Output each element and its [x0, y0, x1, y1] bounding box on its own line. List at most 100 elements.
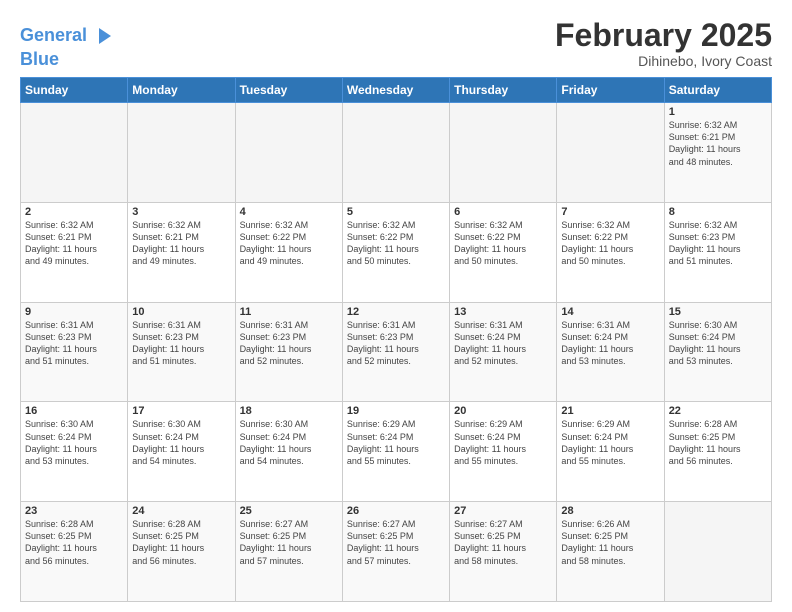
calendar-table: Sunday Monday Tuesday Wednesday Thursday… [20, 77, 772, 602]
day-number: 28 [561, 505, 659, 517]
day-cell [664, 502, 771, 602]
day-info: Sunrise: 6:32 AM Sunset: 6:22 PM Dayligh… [347, 219, 445, 268]
day-info: Sunrise: 6:32 AM Sunset: 6:22 PM Dayligh… [240, 219, 338, 268]
logo-icon [89, 22, 117, 50]
day-cell [557, 103, 664, 203]
day-info: Sunrise: 6:27 AM Sunset: 6:25 PM Dayligh… [454, 518, 552, 567]
day-info: Sunrise: 6:30 AM Sunset: 6:24 PM Dayligh… [132, 418, 230, 467]
day-number: 4 [240, 206, 338, 218]
day-cell: 28Sunrise: 6:26 AM Sunset: 6:25 PM Dayli… [557, 502, 664, 602]
day-info: Sunrise: 6:31 AM Sunset: 6:23 PM Dayligh… [132, 319, 230, 368]
day-cell: 14Sunrise: 6:31 AM Sunset: 6:24 PM Dayli… [557, 302, 664, 402]
day-info: Sunrise: 6:28 AM Sunset: 6:25 PM Dayligh… [669, 418, 767, 467]
day-number: 11 [240, 306, 338, 318]
header-thursday: Thursday [450, 78, 557, 103]
day-cell [128, 103, 235, 203]
day-cell: 21Sunrise: 6:29 AM Sunset: 6:24 PM Dayli… [557, 402, 664, 502]
title-block: February 2025 Dihinebo, Ivory Coast [555, 18, 772, 69]
calendar-body: 1Sunrise: 6:32 AM Sunset: 6:21 PM Daylig… [21, 103, 772, 602]
day-info: Sunrise: 6:32 AM Sunset: 6:21 PM Dayligh… [25, 219, 123, 268]
week-row-1: 2Sunrise: 6:32 AM Sunset: 6:21 PM Daylig… [21, 202, 772, 302]
day-cell: 13Sunrise: 6:31 AM Sunset: 6:24 PM Dayli… [450, 302, 557, 402]
day-number: 27 [454, 505, 552, 517]
day-cell: 24Sunrise: 6:28 AM Sunset: 6:25 PM Dayli… [128, 502, 235, 602]
day-number: 13 [454, 306, 552, 318]
day-cell: 18Sunrise: 6:30 AM Sunset: 6:24 PM Dayli… [235, 402, 342, 502]
day-number: 12 [347, 306, 445, 318]
day-number: 15 [669, 306, 767, 318]
day-cell: 25Sunrise: 6:27 AM Sunset: 6:25 PM Dayli… [235, 502, 342, 602]
day-cell: 17Sunrise: 6:30 AM Sunset: 6:24 PM Dayli… [128, 402, 235, 502]
day-info: Sunrise: 6:32 AM Sunset: 6:21 PM Dayligh… [132, 219, 230, 268]
page: General Blue February 2025 Dihinebo, Ivo… [0, 0, 792, 612]
day-cell: 3Sunrise: 6:32 AM Sunset: 6:21 PM Daylig… [128, 202, 235, 302]
day-cell: 15Sunrise: 6:30 AM Sunset: 6:24 PM Dayli… [664, 302, 771, 402]
header-sunday: Sunday [21, 78, 128, 103]
header-saturday: Saturday [664, 78, 771, 103]
day-number: 18 [240, 405, 338, 417]
day-number: 21 [561, 405, 659, 417]
day-cell: 16Sunrise: 6:30 AM Sunset: 6:24 PM Dayli… [21, 402, 128, 502]
day-number: 5 [347, 206, 445, 218]
day-number: 26 [347, 505, 445, 517]
day-number: 1 [669, 106, 767, 118]
week-row-0: 1Sunrise: 6:32 AM Sunset: 6:21 PM Daylig… [21, 103, 772, 203]
day-number: 22 [669, 405, 767, 417]
day-info: Sunrise: 6:32 AM Sunset: 6:22 PM Dayligh… [454, 219, 552, 268]
header-tuesday: Tuesday [235, 78, 342, 103]
day-info: Sunrise: 6:30 AM Sunset: 6:24 PM Dayligh… [669, 319, 767, 368]
logo-text: General [20, 26, 87, 46]
day-info: Sunrise: 6:27 AM Sunset: 6:25 PM Dayligh… [240, 518, 338, 567]
calendar-header: Sunday Monday Tuesday Wednesday Thursday… [21, 78, 772, 103]
day-info: Sunrise: 6:29 AM Sunset: 6:24 PM Dayligh… [347, 418, 445, 467]
day-number: 2 [25, 206, 123, 218]
day-info: Sunrise: 6:28 AM Sunset: 6:25 PM Dayligh… [132, 518, 230, 567]
day-number: 3 [132, 206, 230, 218]
day-number: 25 [240, 505, 338, 517]
day-cell: 7Sunrise: 6:32 AM Sunset: 6:22 PM Daylig… [557, 202, 664, 302]
day-cell: 8Sunrise: 6:32 AM Sunset: 6:23 PM Daylig… [664, 202, 771, 302]
day-cell: 20Sunrise: 6:29 AM Sunset: 6:24 PM Dayli… [450, 402, 557, 502]
day-cell: 1Sunrise: 6:32 AM Sunset: 6:21 PM Daylig… [664, 103, 771, 203]
day-info: Sunrise: 6:31 AM Sunset: 6:24 PM Dayligh… [561, 319, 659, 368]
day-number: 10 [132, 306, 230, 318]
day-number: 8 [669, 206, 767, 218]
day-info: Sunrise: 6:31 AM Sunset: 6:24 PM Dayligh… [454, 319, 552, 368]
day-number: 23 [25, 505, 123, 517]
day-cell [21, 103, 128, 203]
day-number: 9 [25, 306, 123, 318]
day-number: 6 [454, 206, 552, 218]
day-cell: 26Sunrise: 6:27 AM Sunset: 6:25 PM Dayli… [342, 502, 449, 602]
day-cell: 22Sunrise: 6:28 AM Sunset: 6:25 PM Dayli… [664, 402, 771, 502]
day-number: 19 [347, 405, 445, 417]
day-cell [450, 103, 557, 203]
logo-blue: Blue [20, 50, 117, 68]
week-row-3: 16Sunrise: 6:30 AM Sunset: 6:24 PM Dayli… [21, 402, 772, 502]
day-info: Sunrise: 6:27 AM Sunset: 6:25 PM Dayligh… [347, 518, 445, 567]
header-friday: Friday [557, 78, 664, 103]
header-wednesday: Wednesday [342, 78, 449, 103]
day-info: Sunrise: 6:32 AM Sunset: 6:22 PM Dayligh… [561, 219, 659, 268]
day-info: Sunrise: 6:29 AM Sunset: 6:24 PM Dayligh… [561, 418, 659, 467]
day-cell: 11Sunrise: 6:31 AM Sunset: 6:23 PM Dayli… [235, 302, 342, 402]
day-cell: 2Sunrise: 6:32 AM Sunset: 6:21 PM Daylig… [21, 202, 128, 302]
header-monday: Monday [128, 78, 235, 103]
day-info: Sunrise: 6:31 AM Sunset: 6:23 PM Dayligh… [25, 319, 123, 368]
day-info: Sunrise: 6:32 AM Sunset: 6:21 PM Dayligh… [669, 119, 767, 168]
day-number: 17 [132, 405, 230, 417]
day-info: Sunrise: 6:30 AM Sunset: 6:24 PM Dayligh… [25, 418, 123, 467]
day-cell: 5Sunrise: 6:32 AM Sunset: 6:22 PM Daylig… [342, 202, 449, 302]
day-info: Sunrise: 6:30 AM Sunset: 6:24 PM Dayligh… [240, 418, 338, 467]
day-info: Sunrise: 6:28 AM Sunset: 6:25 PM Dayligh… [25, 518, 123, 567]
month-title: February 2025 [555, 18, 772, 53]
day-cell [235, 103, 342, 203]
header-row: Sunday Monday Tuesday Wednesday Thursday… [21, 78, 772, 103]
day-number: 20 [454, 405, 552, 417]
day-cell: 12Sunrise: 6:31 AM Sunset: 6:23 PM Dayli… [342, 302, 449, 402]
day-info: Sunrise: 6:31 AM Sunset: 6:23 PM Dayligh… [347, 319, 445, 368]
logo: General Blue [20, 22, 117, 68]
day-info: Sunrise: 6:29 AM Sunset: 6:24 PM Dayligh… [454, 418, 552, 467]
day-number: 7 [561, 206, 659, 218]
day-cell: 4Sunrise: 6:32 AM Sunset: 6:22 PM Daylig… [235, 202, 342, 302]
day-info: Sunrise: 6:32 AM Sunset: 6:23 PM Dayligh… [669, 219, 767, 268]
